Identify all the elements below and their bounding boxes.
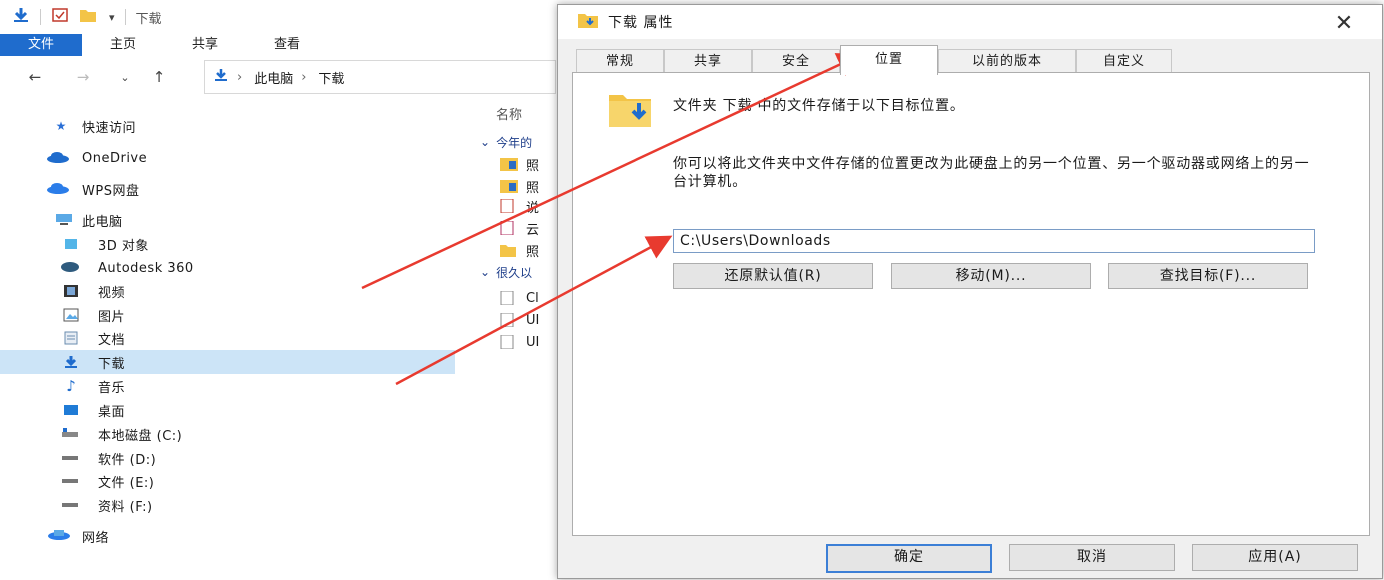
- file-icon: [500, 334, 518, 350]
- sidebar-item-downloads[interactable]: 下载: [0, 350, 455, 374]
- tab-share[interactable]: 共享: [164, 34, 246, 56]
- cloud-icon: [46, 151, 69, 165]
- sidebar-item-drive-f[interactable]: 资料 (F:): [0, 493, 455, 517]
- breadcrumb-chevron-icon: ›: [237, 69, 243, 85]
- sidebar-item-documents[interactable]: 文档: [0, 326, 455, 350]
- image-folder-icon: [500, 179, 518, 193]
- window-title: 下载: [135, 11, 162, 27]
- music-icon: ♪: [66, 377, 76, 395]
- address-bar[interactable]: › 此电脑 › 下载: [204, 60, 556, 94]
- download-folder-icon: [607, 89, 653, 133]
- download-icon: [62, 355, 80, 369]
- document-icon: [62, 331, 80, 345]
- location-help-text: 你可以将此文件夹中文件存储的位置更改为此硬盘上的另一个位置、另一个驱动器或网络上…: [673, 156, 1310, 190]
- sidebar-item-drive-c[interactable]: 本地磁盘 (C:): [0, 422, 455, 446]
- file-icon: [500, 220, 518, 236]
- find-target-button[interactable]: 查找目标(F)...: [1108, 263, 1308, 289]
- chevron-down-icon[interactable]: ▾: [109, 11, 115, 24]
- picture-icon: [62, 308, 80, 322]
- tab-security[interactable]: 安全: [752, 49, 840, 74]
- sidebar-item-this-pc[interactable]: 此电脑: [0, 208, 455, 232]
- sidebar-item-wps[interactable]: WPS网盘: [0, 177, 455, 201]
- file-icon: [500, 290, 518, 306]
- up-arrow-icon[interactable]: ↑: [144, 68, 174, 86]
- drive-icon: [60, 474, 78, 488]
- close-icon[interactable]: ✕: [1332, 11, 1356, 36]
- forward-arrow-icon[interactable]: →: [68, 68, 98, 86]
- tab-file[interactable]: 文件: [0, 34, 83, 56]
- drive-icon: [60, 498, 78, 512]
- sidebar-item-onedrive[interactable]: OneDrive: [0, 146, 455, 170]
- sidebar-item-autodesk[interactable]: Autodesk 360: [0, 256, 455, 280]
- ok-button[interactable]: 确定: [826, 544, 992, 573]
- dialog-title: 下载 属性: [608, 15, 674, 31]
- navigation-bar: ← → ⌄ ↑ › 此电脑 › 下载: [0, 58, 560, 96]
- tab-view[interactable]: 查看: [246, 34, 328, 56]
- properties-icon[interactable]: [51, 7, 69, 27]
- tab-home[interactable]: 主页: [82, 34, 164, 56]
- column-header-name[interactable]: 名称: [496, 104, 522, 123]
- move-button[interactable]: 移动(M)...: [891, 263, 1091, 289]
- computer-icon: [54, 213, 72, 227]
- drive-icon: [60, 427, 78, 441]
- network-icon: [46, 529, 70, 543]
- location-description: 文件夹 下载 中的文件存储于以下目标位置。: [673, 98, 965, 114]
- video-icon: [62, 284, 80, 298]
- sidebar-item-drive-e[interactable]: 文件 (E:): [0, 469, 455, 493]
- file-icon: [500, 312, 518, 328]
- restore-default-button[interactable]: 还原默认值(R): [673, 263, 873, 289]
- dialog-titlebar: 下载 属性 ✕: [558, 5, 1382, 39]
- apply-button[interactable]: 应用(A): [1192, 544, 1358, 571]
- desktop-icon: [62, 403, 80, 417]
- sidebar-item-music[interactable]: ♪ 音乐: [0, 374, 455, 398]
- explorer-titlebar: ▾ 下载: [0, 0, 560, 34]
- cloud-icon: [46, 182, 69, 196]
- breadcrumb-this-pc[interactable]: 此电脑: [254, 68, 293, 87]
- group-header[interactable]: ⌄ 今年的: [480, 132, 560, 152]
- tab-sharing[interactable]: 共享: [664, 49, 752, 74]
- sidebar-item-videos[interactable]: 视频: [0, 279, 455, 303]
- tab-customize[interactable]: 自定义: [1076, 49, 1172, 74]
- drive-icon: [60, 451, 78, 465]
- download-folder-icon: [578, 12, 598, 32]
- download-arrow-icon[interactable]: [12, 7, 30, 27]
- tab-location[interactable]: 位置: [840, 45, 938, 75]
- recent-locations-chevron-icon[interactable]: ⌄: [110, 71, 140, 84]
- properties-dialog: 下载 属性 ✕ 常规 共享 安全 位置 以前的版本 自定义 文件夹 下载 中的文…: [557, 4, 1383, 579]
- file-list: 名称 ⌄ 今年的 照 照 说 云 照 ⌄ 很久以 Cl UI UI: [470, 96, 560, 396]
- group-header[interactable]: ⌄ 很久以: [480, 262, 560, 282]
- navigation-pane: ★ 快速访问 OneDrive WPS网盘 此电脑 3D 对象 Autodesk…: [0, 110, 455, 550]
- tab-general[interactable]: 常规: [576, 49, 664, 74]
- download-folder-icon: [213, 68, 229, 86]
- sidebar-item-desktop[interactable]: 桌面: [0, 398, 455, 422]
- back-arrow-icon[interactable]: ←: [20, 68, 50, 86]
- autodesk-icon: [60, 261, 79, 275]
- new-folder-icon[interactable]: [79, 7, 97, 27]
- cancel-button[interactable]: 取消: [1009, 544, 1175, 571]
- breadcrumb-chevron-icon: ›: [301, 69, 307, 85]
- star-icon: ★: [55, 119, 67, 133]
- ribbon-tabs: 文件 主页 共享 查看: [0, 34, 560, 56]
- tab-previous-versions[interactable]: 以前的版本: [938, 49, 1076, 74]
- sidebar-item-quick-access[interactable]: ★ 快速访问: [0, 114, 455, 138]
- location-panel: 文件夹 下载 中的文件存储于以下目标位置。 你可以将此文件夹中文件存储的位置更改…: [572, 72, 1370, 536]
- sidebar-item-pictures[interactable]: 图片: [0, 303, 455, 327]
- cube-icon: [62, 237, 80, 251]
- location-path-input[interactable]: C:\Users\Downloads: [673, 229, 1315, 253]
- sidebar-item-network[interactable]: 网络: [0, 524, 455, 548]
- breadcrumb-downloads[interactable]: 下载: [318, 68, 344, 87]
- image-folder-icon: [500, 157, 518, 171]
- pdf-file-icon: [500, 198, 518, 214]
- sidebar-item-drive-d[interactable]: 软件 (D:): [0, 446, 455, 470]
- folder-icon: [500, 243, 518, 257]
- sidebar-item-3d-objects[interactable]: 3D 对象: [0, 232, 455, 256]
